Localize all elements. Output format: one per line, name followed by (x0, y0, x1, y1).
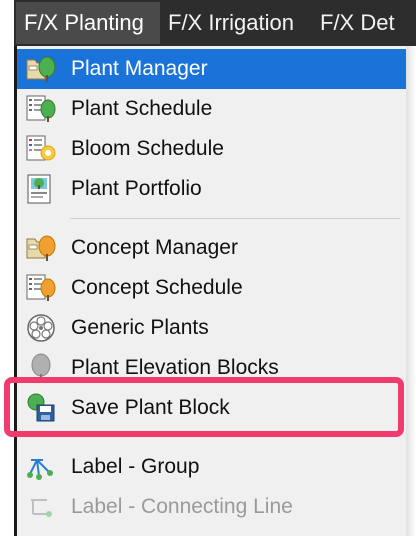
menu-item-plant-schedule[interactable]: Plant Schedule (17, 89, 406, 129)
menu-bar-left-edge (0, 0, 14, 46)
menu-separator (70, 218, 400, 219)
menu-fx-planting[interactable]: F/X Planting (16, 2, 160, 44)
menu-item-label-connecting-line[interactable]: Label - Connecting Line (17, 487, 406, 527)
portfolio-icon (25, 174, 57, 204)
folder-tree-icon (25, 54, 57, 84)
menu-fx-details[interactable]: F/X Det (320, 2, 395, 44)
menu-item-label: Bloom Schedule (71, 137, 224, 160)
menu-item-label: Concept Manager (71, 236, 238, 259)
menu-item-label: Label - Connecting Line (71, 495, 293, 518)
menu-item-label-group[interactable]: Label - Group (17, 447, 406, 487)
schedule-tree-icon (25, 94, 57, 124)
dropdown-shadow (406, 46, 416, 536)
folder-concept-tree-icon (25, 233, 57, 263)
menu-item-label: Generic Plants (71, 316, 209, 339)
schedule-flower-icon (25, 134, 57, 164)
menu-item-plant-portfolio[interactable]: Plant Portfolio (17, 169, 406, 209)
schedule-concept-tree-icon (25, 273, 57, 303)
menu-item-generic-plants[interactable]: Generic Plants (17, 308, 406, 348)
label-group-icon (25, 452, 57, 482)
menu-item-bloom-schedule[interactable]: Bloom Schedule (17, 129, 406, 169)
menu-item-label: Plant Manager (71, 57, 208, 80)
menu-item-label: Plant Portfolio (71, 177, 202, 200)
menu-fx-irrigation[interactable]: F/X Irrigation (168, 2, 294, 44)
menu-item-concept-schedule[interactable]: Concept Schedule (17, 268, 406, 308)
menu-item-label: Concept Schedule (71, 276, 243, 299)
menu-item-label: Label - Group (71, 455, 200, 478)
menu-item-label: Plant Schedule (71, 97, 213, 120)
menu-item-concept-manager[interactable]: Concept Manager (17, 228, 406, 268)
label-connecting-line-icon (25, 492, 57, 522)
generic-plant-icon (25, 313, 57, 343)
callout-highlight-box (4, 377, 404, 437)
menu-bar: F/X Planting F/X Irrigation F/X Det (0, 0, 416, 46)
menu-item-plant-manager[interactable]: Plant Manager (17, 49, 406, 89)
